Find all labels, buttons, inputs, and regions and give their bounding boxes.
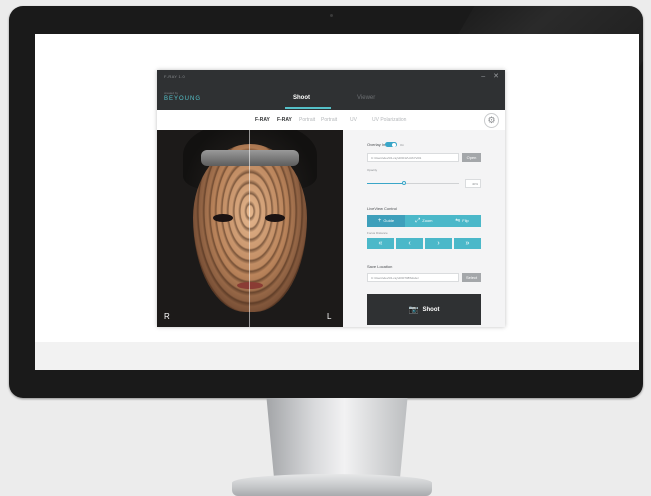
overlay-path-field[interactable]: C:\Users\dev\01-ray\20\012\-RAY\201 — [367, 153, 459, 162]
shoot-button[interactable]: 📷 Shoot — [367, 294, 481, 325]
subtab-fray-alt[interactable]: F-RAY — [277, 117, 292, 123]
guide-button[interactable]: + Guide — [367, 215, 405, 227]
subtab-portrait[interactable]: Portrait — [299, 117, 315, 123]
guide-centerline — [249, 130, 250, 327]
title-bar: F-RAY 1.0 – ✕ created by BEYOUNG Shoot V… — [157, 70, 505, 110]
brand-logo: BEYOUNG — [164, 96, 202, 102]
opacity-slider-fill — [367, 183, 404, 184]
camera-icon: 📷 — [408, 305, 419, 314]
monitor-bezel: F-RAY 1.0 – ✕ created by BEYOUNG Shoot V… — [9, 6, 643, 398]
app-window: F-RAY 1.0 – ✕ created by BEYOUNG Shoot V… — [157, 70, 505, 327]
photo-eye-left — [213, 214, 233, 222]
subtab-uv[interactable]: UV — [350, 117, 357, 123]
save-path-field[interactable]: C:\Users\dev\01-ray\20\0708\Model — [367, 273, 459, 282]
photo-headband — [201, 150, 299, 166]
save-location-label: Save Location — [367, 264, 393, 269]
close-button[interactable]: ✕ — [493, 73, 499, 80]
monitor-stand — [266, 398, 408, 478]
zoom-button[interactable]: ⤢ Zoom — [405, 215, 443, 227]
open-button[interactable]: Open — [462, 153, 481, 162]
tab-shoot[interactable]: Shoot — [293, 95, 310, 101]
zoom-label: Zoom — [422, 218, 433, 224]
app-title: F-RAY 1.0 — [164, 74, 186, 79]
liveview-image[interactable]: R L — [157, 130, 343, 327]
side-marker-left: R — [164, 312, 170, 321]
guide-label: Guide — [383, 218, 395, 224]
flip-button[interactable]: ⇋ Flip — [443, 215, 481, 227]
window-controls: – ✕ — [475, 72, 499, 80]
side-marker-right: L — [327, 312, 332, 321]
screen-bottom-band — [35, 342, 639, 370]
control-panel: Overlay Image On C:\Users\dev\01-ray\20\… — [343, 130, 505, 327]
focus-label: Focus Distance — [367, 231, 388, 235]
opacity-label: Opacity — [367, 168, 378, 172]
gear-icon: ⚙ — [487, 115, 496, 125]
select-button[interactable]: Select — [462, 273, 481, 282]
overlay-toggle-knob — [392, 142, 396, 147]
webcam-dot — [330, 14, 333, 17]
liveview-label: LiveView Control — [367, 206, 397, 211]
monitor-screen: F-RAY 1.0 – ✕ created by BEYOUNG Shoot V… — [35, 34, 639, 370]
photo-mouth — [237, 282, 263, 289]
monitor-base — [232, 474, 432, 496]
active-tab-indicator — [285, 107, 331, 109]
flip-label: Flip — [462, 218, 469, 224]
minimize-button[interactable]: – — [481, 73, 485, 80]
settings-button[interactable]: ⚙ — [484, 113, 499, 128]
plus-icon: + — [377, 218, 382, 224]
zoom-icon: ⤢ — [415, 218, 421, 224]
photo-eye-right — [265, 214, 285, 222]
subtab-fray[interactable]: F-RAY — [255, 117, 270, 123]
subtab-uv-polarization[interactable]: UV Polarization — [372, 117, 406, 123]
focus-forward-button[interactable]: › — [425, 238, 452, 249]
tab-viewer[interactable]: Viewer — [357, 95, 375, 101]
focus-far-forward-button[interactable]: » — [454, 238, 481, 249]
flip-icon: ⇋ — [455, 218, 461, 224]
shoot-label: Shoot — [422, 307, 440, 314]
mode-tab-bar: F-RAY F-RAY Portrait Portrait UV UV Pola… — [157, 110, 505, 131]
opacity-value[interactable]: 40% — [465, 179, 481, 188]
opacity-slider-handle[interactable] — [401, 181, 406, 185]
focus-far-back-button[interactable]: « — [367, 238, 394, 249]
focus-back-button[interactable]: ‹ — [396, 238, 423, 249]
brand-caption: created by — [164, 91, 179, 95]
subtab-portrait-alt[interactable]: Portrait — [321, 117, 337, 123]
overlay-toggle-state: On — [400, 143, 405, 147]
